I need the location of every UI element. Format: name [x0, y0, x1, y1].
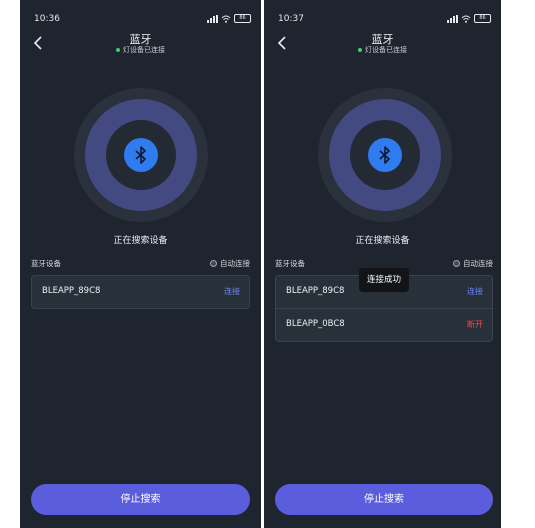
stop-search-button[interactable]: 停止搜索	[275, 484, 493, 515]
stop-search-button[interactable]: 停止搜索	[31, 484, 250, 515]
battery-icon: 86	[234, 14, 251, 23]
searching-text: 正在搜索设备	[113, 236, 168, 246]
device-section-label: 蓝牙设备	[275, 259, 305, 268]
device-section-label: 蓝牙设备	[31, 259, 61, 268]
status-time: 10:37	[278, 14, 304, 24]
phone-screen-left: 10:36 86 蓝牙 灯设备已连接 正在搜索设备 蓝牙设备 自动连接 BLEA…	[20, 0, 261, 528]
radio-icon[interactable]	[210, 260, 217, 267]
status-icons: 86	[207, 14, 251, 23]
wifi-icon	[461, 15, 471, 23]
signal-icon	[447, 14, 458, 23]
device-row: BLEAPP_89C8 连接	[32, 276, 249, 308]
disconnect-button[interactable]: 断开	[467, 319, 483, 330]
connect-button[interactable]: 连接	[467, 286, 483, 297]
auto-connect-label: 自动连接	[220, 259, 250, 268]
connection-status: 灯设备已连接	[20, 45, 261, 55]
bluetooth-icon	[368, 138, 402, 172]
toast-message: 连接成功	[359, 268, 409, 292]
phone-screen-right: 10:37 86 蓝牙 灯设备已连接 正在搜索设备 蓝牙设备 自动连接 BLEA…	[264, 0, 501, 528]
radio-icon[interactable]	[453, 260, 460, 267]
battery-icon: 86	[474, 14, 491, 23]
status-bar: 10:36 86	[34, 14, 251, 26]
auto-connect-label: 自动连接	[463, 259, 493, 268]
device-name: BLEAPP_0BC8	[286, 319, 345, 329]
auto-connect-toggle[interactable]: 自动连接	[453, 258, 493, 269]
device-section-header: 蓝牙设备 自动连接	[31, 258, 250, 270]
status-time: 10:36	[34, 14, 60, 24]
device-list: BLEAPP_89C8 连接	[31, 275, 250, 309]
connected-dot-icon	[358, 48, 362, 52]
scan-radar	[318, 88, 452, 222]
searching-text: 正在搜索设备	[355, 236, 410, 246]
status-bar: 10:37 86	[278, 14, 491, 26]
connected-dot-icon	[116, 48, 120, 52]
device-name: BLEAPP_89C8	[286, 286, 345, 296]
scan-radar	[74, 88, 208, 222]
signal-icon	[207, 14, 218, 23]
connection-status: 灯设备已连接	[264, 45, 501, 55]
auto-connect-toggle[interactable]: 自动连接	[210, 258, 250, 269]
connection-status-text: 灯设备已连接	[365, 46, 407, 54]
wifi-icon	[221, 15, 231, 23]
connection-status-text: 灯设备已连接	[123, 46, 165, 54]
status-icons: 86	[447, 14, 491, 23]
bluetooth-icon	[124, 138, 158, 172]
device-name: BLEAPP_89C8	[42, 286, 101, 296]
connect-button[interactable]: 连接	[224, 286, 240, 297]
device-row: BLEAPP_0BC8 断开	[276, 308, 492, 341]
